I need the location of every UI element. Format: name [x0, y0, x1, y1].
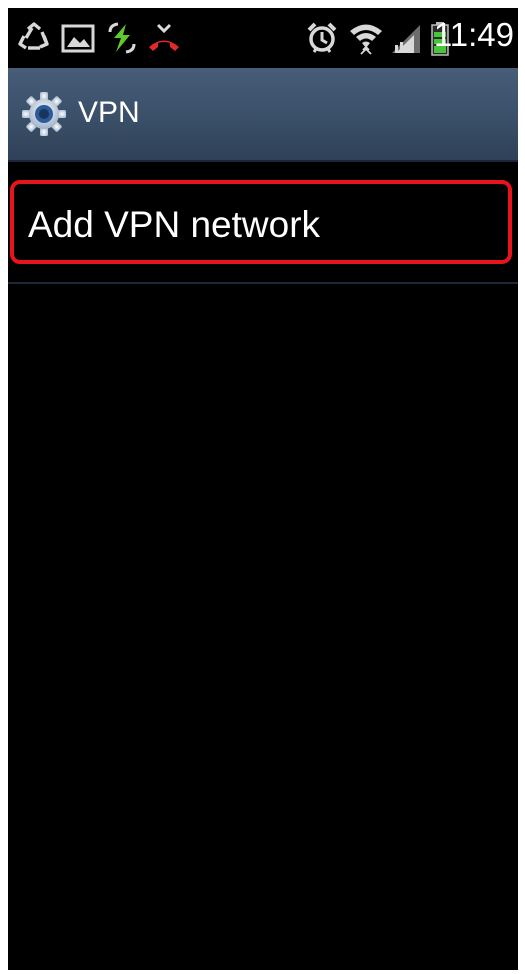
- gallery-icon: [61, 24, 95, 53]
- missed-call-icon: [149, 23, 179, 51]
- wifi-icon: [350, 24, 382, 55]
- add-vpn-network-label: Add VPN network: [28, 204, 321, 245]
- signal-icon: [392, 25, 420, 53]
- list-divider: [8, 282, 518, 284]
- status-clock: 11:49: [433, 16, 514, 53]
- alarm-icon: [307, 22, 337, 53]
- phone-screen: 11:49 VPN Add VPN network: [8, 8, 518, 970]
- gear-icon[interactable]: [20, 90, 68, 138]
- title-bar: VPN: [8, 68, 518, 162]
- status-bar: 11:49: [8, 8, 518, 68]
- add-vpn-network-item[interactable]: Add VPN network: [10, 180, 512, 264]
- page-title: VPN: [78, 96, 140, 129]
- data-sync-icon: [108, 22, 136, 54]
- recycle-icon: [18, 22, 49, 50]
